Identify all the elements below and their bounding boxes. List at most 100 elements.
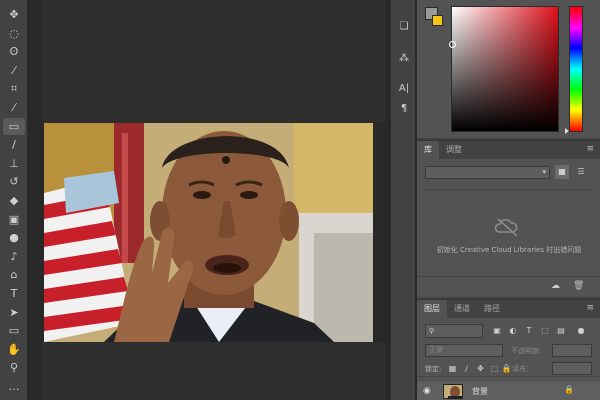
type-icon: T (10, 287, 18, 300)
libraries-error-message: 初始化 Creative Cloud Libraries 时出错问题 (436, 246, 582, 254)
brush-icon: ∕ (12, 138, 16, 152)
marquee-tool[interactable]: ◌ (3, 25, 25, 42)
saturation-brightness-field[interactable] (449, 6, 559, 132)
character-panel-button[interactable]: A| (395, 80, 413, 96)
layer-name: 背景 (472, 387, 488, 396)
library-dropdown[interactable]: ▾ (425, 166, 550, 179)
portrait-photo (44, 123, 373, 342)
libraries-panel: 库 调整 ≡ ▾ ▦ ☰ 初始化 Creative Cloud Librarie… (417, 140, 600, 297)
eraser-tool[interactable]: ◆ (3, 192, 25, 209)
color-picker-marker[interactable] (449, 41, 456, 48)
filter-toggle-icon[interactable]: ● (575, 325, 587, 337)
lock-all-icon[interactable]: 🔒 (501, 363, 512, 375)
lock-transparent-icon[interactable]: ▦ (447, 363, 458, 375)
creative-cloud-error-icon (494, 218, 518, 237)
stamp-icon: ⊥ (9, 156, 19, 170)
opacity-field[interactable] (552, 344, 592, 357)
tab-layers[interactable]: 图层 (417, 300, 447, 318)
adjustment-filter-icon[interactable]: ◐ (507, 325, 519, 337)
more-icon: … (8, 380, 20, 393)
eraser-icon: ◆ (9, 194, 19, 207)
divider (425, 189, 593, 190)
fill-field[interactable] (552, 362, 592, 375)
lock-row: 锁定: ▦ ∕ ✥ ⬚ 🔒 填充: (417, 362, 600, 377)
panel-menu-icon[interactable]: ≡ (586, 144, 594, 154)
background-color-swatch[interactable] (432, 15, 443, 26)
gradient-tool[interactable]: ▣ (3, 211, 25, 228)
bandage-icon: ▭ (8, 119, 20, 133)
opacity-label: 不透明度: (511, 347, 542, 355)
layer-filter-kind-dropdown[interactable]: ⚲ (425, 324, 483, 338)
panel-menu-icon[interactable]: ≡ (586, 303, 594, 313)
paragraph-icon: ¶ (400, 102, 408, 114)
list-view-icon[interactable]: ☰ (574, 165, 588, 179)
hand-icon: ✋ (7, 342, 21, 356)
tab-libraries[interactable]: 库 (417, 141, 439, 159)
creative-cloud-icon[interactable]: ☁ (551, 281, 565, 294)
tab-channels[interactable]: 通道 (447, 300, 477, 318)
magic-wand-icon: ⁄ (13, 63, 15, 77)
layers-panel: 图层 通道 路径 ≡ ⚲ ▣ ◐ T ⬚ ▤ ● 正常 不透明度: 锁定: ▦ … (417, 299, 600, 400)
type-filter-icon[interactable]: T (523, 325, 535, 337)
drop-icon: ● (9, 231, 19, 245)
hue-slider[interactable] (569, 6, 583, 132)
move-icon: ✥ (9, 8, 19, 21)
arrow-icon: ➤ (9, 305, 19, 319)
zoom-tool[interactable]: ⚲ (3, 359, 25, 376)
hue-slider-handle[interactable] (565, 128, 569, 134)
rectangle-tool[interactable]: ▭ (3, 322, 25, 339)
dodge-tool[interactable]: ♪ (3, 248, 25, 265)
brush-settings-button[interactable]: ⁂ (395, 50, 413, 66)
lock-label: 锁定: (425, 365, 442, 373)
magic-wand-tool[interactable]: ⁄ (3, 62, 25, 79)
hand-tool[interactable]: ✋ (3, 341, 25, 358)
color-panel (417, 0, 600, 138)
fill-label: 填充: (512, 365, 529, 373)
history-icon: ❏ (399, 20, 409, 32)
magnifier-icon: ⚲ (9, 361, 19, 375)
document-image[interactable] (44, 123, 373, 342)
path-selection-tool[interactable]: ➤ (3, 304, 25, 321)
canvas-area[interactable] (28, 0, 390, 400)
chevron-down-icon: ▾ (542, 168, 546, 176)
blend-row: 正常 不透明度: (417, 344, 600, 358)
libraries-tabs: 库 调整 (417, 141, 600, 159)
document-canvas-top (42, 0, 386, 123)
crop-icon: ⌗ (10, 82, 18, 96)
eyedropper-tool[interactable]: ⁄ (3, 99, 25, 116)
gradient-icon: ▣ (8, 212, 20, 226)
tab-paths[interactable]: 路径 (477, 300, 507, 318)
grid-view-icon[interactable]: ▦ (555, 165, 569, 179)
trash-icon[interactable]: 🗑 (573, 281, 585, 294)
blend-mode-dropdown[interactable]: 正常 (425, 344, 503, 357)
pixel-filter-icon[interactable]: ▣ (491, 325, 503, 337)
history-brush-icon: ↺ (9, 175, 19, 189)
crop-tool[interactable]: ⌗ (3, 80, 25, 97)
history-panel-button[interactable]: ❏ (395, 18, 413, 34)
lasso-icon: ʘ (9, 45, 19, 59)
lock-position-icon[interactable]: ✥ (475, 363, 486, 375)
blur-tool[interactable]: ● (3, 229, 25, 246)
clone-stamp-tool[interactable]: ⊥ (3, 155, 25, 172)
move-tool[interactable]: ✥ (3, 6, 25, 23)
healing-brush-tool[interactable]: ▭ (3, 117, 25, 135)
layer-filter-row: ⚲ ▣ ◐ T ⬚ ▤ ● (417, 324, 600, 339)
character-icon: A| (398, 82, 410, 94)
eye-icon[interactable]: ◉ (423, 386, 435, 396)
brush-tool[interactable]: ∕ (3, 136, 25, 153)
lock-image-icon[interactable]: ∕ (461, 363, 472, 375)
brush-settings-icon: ⁂ (399, 52, 409, 64)
history-brush-tool[interactable]: ↺ (3, 173, 25, 190)
lock-artboard-icon[interactable]: ⬚ (489, 363, 500, 375)
shape-filter-icon[interactable]: ⬚ (539, 325, 551, 337)
paragraph-panel-button[interactable]: ¶ (395, 100, 413, 116)
layer-row[interactable]: ◉ 背景 🔒 (417, 382, 600, 400)
type-tool[interactable]: T (3, 285, 25, 302)
lasso-tool[interactable]: ʘ (3, 43, 25, 60)
tools-panel: ✥ ◌ ʘ ⁄ ⌗ ⁄ ▭ ∕ ⊥ ↺ ◆ ▣ ● ♪ ⌂ T ➤ ▭ ✋ ⚲ … (0, 0, 28, 400)
lock-icon: 🔒 (564, 385, 574, 394)
smart-object-filter-icon[interactable]: ▤ (555, 325, 567, 337)
pen-tool[interactable]: ⌂ (3, 266, 25, 283)
edit-toolbar[interactable]: … (3, 378, 25, 395)
tab-adjustments[interactable]: 调整 (439, 141, 469, 159)
